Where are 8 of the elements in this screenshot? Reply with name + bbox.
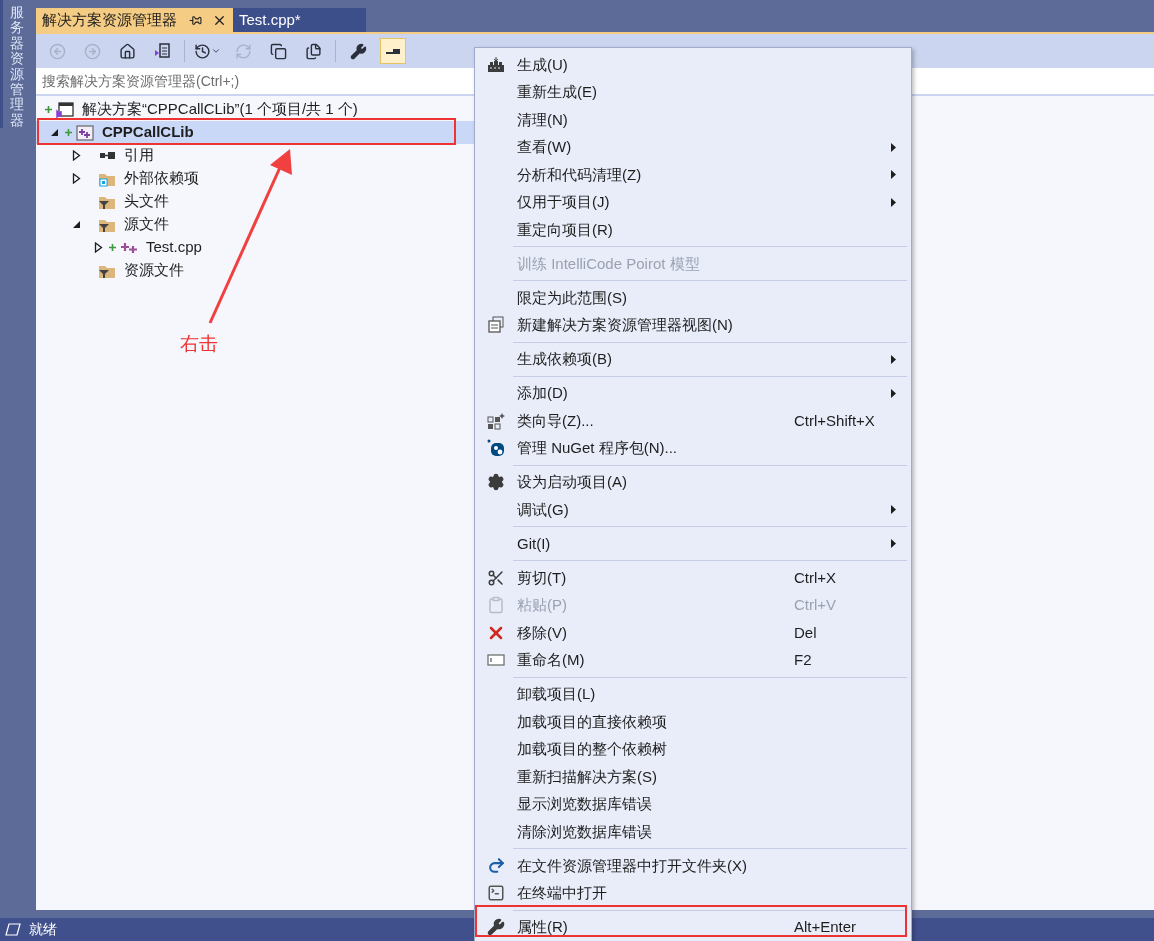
- annotation-label: 右击: [180, 332, 218, 356]
- shortcut-label: Ctrl+Shift+X: [794, 411, 875, 429]
- status-text: 就绪: [29, 920, 57, 939]
- shortcut-label: Ctrl+V: [794, 596, 837, 614]
- shortcut-label: Ctrl+X: [794, 568, 837, 586]
- shortcut-label: F2: [794, 651, 812, 669]
- shortcut-label: Del: [794, 623, 817, 641]
- shortcut-label: Alt+Enter: [794, 918, 857, 936]
